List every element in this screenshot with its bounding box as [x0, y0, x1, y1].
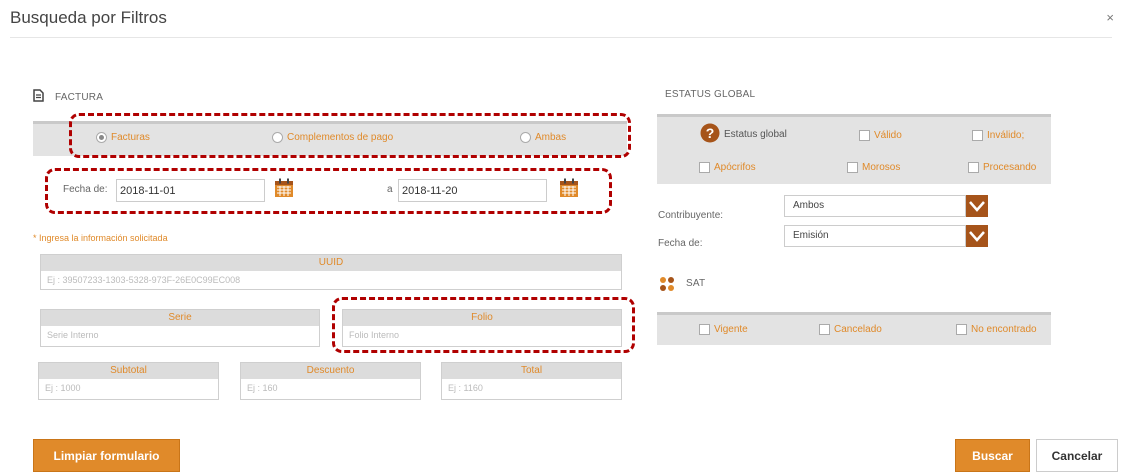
checkbox-icon — [699, 162, 710, 173]
total-field[interactable]: Total Ej : 1160 — [441, 362, 622, 400]
contribuyente-select[interactable]: Ambos — [784, 195, 966, 217]
check-label: Apócrifos — [714, 162, 756, 173]
checkbox-icon — [699, 324, 710, 335]
check-label: Procesando — [983, 162, 1037, 173]
header-divider — [10, 37, 1112, 38]
uuid-label: UUID — [41, 255, 621, 271]
subtotal-input[interactable]: Ej : 1000 — [39, 379, 218, 397]
estatus-global-text: Estatus global — [724, 129, 787, 140]
annotation-highlight-type — [69, 113, 631, 158]
serie-label: Serie — [41, 310, 319, 326]
check-no-encontrado[interactable]: No encontrado — [956, 324, 1037, 335]
check-morosos[interactable]: Morosos — [847, 162, 900, 173]
subtotal-label: Subtotal — [39, 363, 218, 379]
sat-label: SAT — [686, 278, 706, 289]
check-cancelado[interactable]: Cancelado — [819, 324, 882, 335]
checkbox-icon — [972, 130, 983, 141]
fecha-tipo-label: Fecha de: — [658, 238, 703, 249]
sat-icon — [659, 276, 675, 297]
check-valido[interactable]: Válido — [859, 130, 902, 141]
cancelar-button[interactable]: Cancelar — [1036, 439, 1118, 472]
factura-label: FACTURA — [55, 92, 104, 103]
limpiar-formulario-button[interactable]: Limpiar formulario — [33, 439, 180, 472]
uuid-input[interactable]: Ej : 39507233-1303-5328-973F-26E0C99EC00… — [41, 271, 621, 289]
serie-input[interactable]: Serie Interno — [41, 326, 319, 344]
required-note: * Ingresa la información solicitada — [33, 233, 168, 243]
check-procesando[interactable]: Procesando — [968, 162, 1036, 173]
check-label: Vigente — [714, 324, 748, 335]
checkbox-icon — [819, 324, 830, 335]
contribuyente-label: Contribuyente: — [658, 210, 724, 221]
svg-text:?: ? — [706, 125, 715, 141]
checkbox-icon — [847, 162, 858, 173]
document-icon — [33, 89, 44, 107]
help-icon[interactable]: ? — [700, 123, 720, 148]
descuento-input[interactable]: Ej : 160 — [241, 379, 420, 397]
check-label: No encontrado — [971, 324, 1037, 335]
check-label: Inválido; — [987, 130, 1025, 141]
close-icon[interactable]: × — [1106, 10, 1114, 25]
subtotal-field[interactable]: Subtotal Ej : 1000 — [38, 362, 219, 400]
descuento-label: Descuento — [241, 363, 420, 379]
dialog-title: Busqueda por Filtros — [10, 8, 167, 27]
buscar-button[interactable]: Buscar — [955, 439, 1030, 472]
check-invalido[interactable]: Inválido; — [972, 130, 1024, 141]
check-vigente[interactable]: Vigente — [699, 324, 748, 335]
chevron-down-icon[interactable] — [966, 195, 988, 217]
fecha-tipo-select[interactable]: Emisión — [784, 225, 966, 247]
estatus-global-label: ESTATUS GLOBAL — [665, 89, 756, 100]
check-label: Morosos — [862, 162, 901, 173]
serie-field[interactable]: Serie Serie Interno — [40, 309, 320, 347]
annotation-highlight-dates — [45, 168, 612, 214]
check-label: Válido — [874, 130, 902, 141]
total-label: Total — [442, 363, 621, 379]
descuento-field[interactable]: Descuento Ej : 160 — [240, 362, 421, 400]
checkbox-icon — [968, 162, 979, 173]
chevron-down-icon[interactable] — [966, 225, 988, 247]
total-input[interactable]: Ej : 1160 — [442, 379, 621, 397]
check-apocrifos[interactable]: Apócrifos — [699, 162, 756, 173]
checkbox-icon — [956, 324, 967, 335]
uuid-field[interactable]: UUID Ej : 39507233-1303-5328-973F-26E0C9… — [40, 254, 622, 290]
checkbox-icon — [859, 130, 870, 141]
check-label: Cancelado — [834, 324, 882, 335]
annotation-highlight-folio — [332, 297, 635, 353]
